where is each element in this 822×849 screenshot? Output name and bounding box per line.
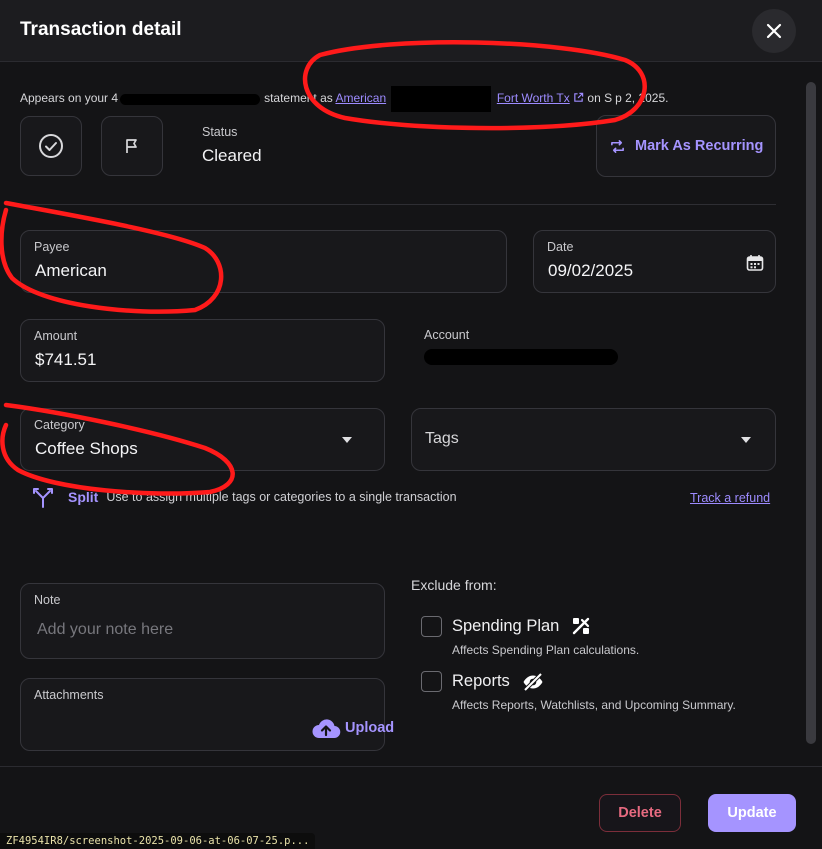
upload-button[interactable]: Upload bbox=[311, 717, 394, 739]
delete-button[interactable]: Delete bbox=[599, 794, 681, 832]
upload-label: Upload bbox=[345, 720, 395, 736]
mark-as-recurring-label: Mark As Recurring bbox=[635, 138, 764, 154]
category-label: Category bbox=[34, 418, 85, 432]
payee-value: American bbox=[35, 261, 107, 280]
statement-mid: statement as bbox=[264, 91, 333, 106]
exclude-heading: Exclude from: bbox=[411, 577, 497, 593]
repeat-icon bbox=[611, 139, 624, 153]
mark-as-recurring-button[interactable]: Mark As Recurring bbox=[596, 115, 776, 177]
attachments-field: Attachments Upload bbox=[20, 678, 394, 751]
cloud-upload-icon bbox=[312, 719, 341, 739]
status-value: Cleared bbox=[202, 146, 262, 165]
mark-reviewed-button[interactable] bbox=[20, 116, 82, 176]
category-field[interactable]: Category Coffee Shops bbox=[20, 408, 385, 471]
category-value: Coffee Shops bbox=[35, 439, 138, 458]
scrollbar-thumb[interactable] bbox=[806, 82, 816, 744]
attachments-label: Attachments bbox=[34, 688, 104, 702]
section-divider bbox=[20, 204, 776, 205]
split-row: Split Use to assign multiple tags or cat… bbox=[32, 486, 457, 508]
file-path-tooltip: ZF4954IR8/screenshot-2025-09-06-at-06-07… bbox=[0, 833, 316, 849]
date-value: 09/02/2025 bbox=[548, 261, 634, 280]
merchant-link[interactable]: American bbox=[335, 91, 386, 105]
chevron-down-icon[interactable] bbox=[741, 437, 751, 443]
status-label: Status bbox=[202, 125, 238, 139]
date-field[interactable]: Date 09/02/2025 bbox=[533, 230, 776, 293]
amount-value: $741.51 bbox=[35, 350, 97, 369]
spending-plan-description: Affects Spending Plan calculations. bbox=[452, 643, 640, 657]
flag-icon bbox=[126, 139, 137, 153]
spending-plan-checkbox[interactable] bbox=[421, 616, 442, 637]
redaction bbox=[120, 93, 261, 105]
account-redaction bbox=[424, 349, 618, 365]
location-link[interactable]: Fort Worth Tx bbox=[497, 91, 570, 105]
payee-label: Payee bbox=[34, 240, 70, 254]
amount-label: Amount bbox=[34, 329, 78, 343]
redaction bbox=[391, 86, 492, 112]
modal-title: Transaction detail bbox=[20, 19, 182, 40]
amount-field[interactable]: Amount $741.51 bbox=[20, 319, 385, 382]
close-icon bbox=[766, 23, 782, 39]
eye-slash-icon bbox=[523, 672, 543, 691]
account-label: Account bbox=[424, 328, 470, 342]
close-button[interactable] bbox=[752, 9, 796, 53]
external-link-icon[interactable] bbox=[573, 92, 584, 103]
reports-option: Reports bbox=[452, 672, 544, 691]
split-description: Use to assign multiple tags or categorie… bbox=[106, 490, 457, 504]
statement-date-a: on S bbox=[587, 91, 613, 106]
reports-label: Reports bbox=[452, 672, 510, 690]
payee-field[interactable]: Payee American bbox=[20, 230, 507, 293]
split-icon[interactable] bbox=[32, 486, 54, 508]
reports-checkbox[interactable] bbox=[421, 671, 442, 692]
track-refund-link[interactable]: Track a refund bbox=[690, 491, 770, 505]
reports-description: Affects Reports, Watchlists, and Upcomin… bbox=[452, 698, 736, 712]
statement-prefix: Appears on your 4 bbox=[20, 91, 119, 106]
note-label: Note bbox=[34, 593, 61, 607]
tags-field[interactable]: Tags bbox=[411, 408, 776, 471]
spending-plan-label: Spending Plan bbox=[452, 616, 560, 635]
check-circle-icon bbox=[39, 134, 63, 158]
transaction-detail-modal: Transaction detail Appears on your 4 stat… bbox=[0, 0, 822, 849]
statement-date-b: p 2, 2025. bbox=[615, 91, 669, 106]
split-button[interactable]: Split bbox=[68, 489, 98, 505]
tags-placeholder: Tags bbox=[425, 430, 459, 447]
modal-header: Transaction detail bbox=[0, 0, 822, 62]
spending-plan-option: Spending Plan bbox=[452, 616, 591, 636]
update-button[interactable]: Update bbox=[708, 794, 796, 832]
chevron-down-icon[interactable] bbox=[342, 437, 352, 443]
calendar-icon[interactable] bbox=[746, 254, 764, 272]
date-label: Date bbox=[547, 240, 574, 254]
flag-button[interactable] bbox=[101, 116, 163, 176]
statement-info: Appears on your 4 statement as American F… bbox=[20, 86, 668, 112]
percent-off-icon bbox=[573, 617, 590, 635]
note-input[interactable]: Add your note here bbox=[37, 621, 173, 639]
note-field[interactable]: Note Add your note here bbox=[20, 583, 385, 659]
modal-body: Appears on your 4 statement as American F… bbox=[0, 63, 822, 765]
